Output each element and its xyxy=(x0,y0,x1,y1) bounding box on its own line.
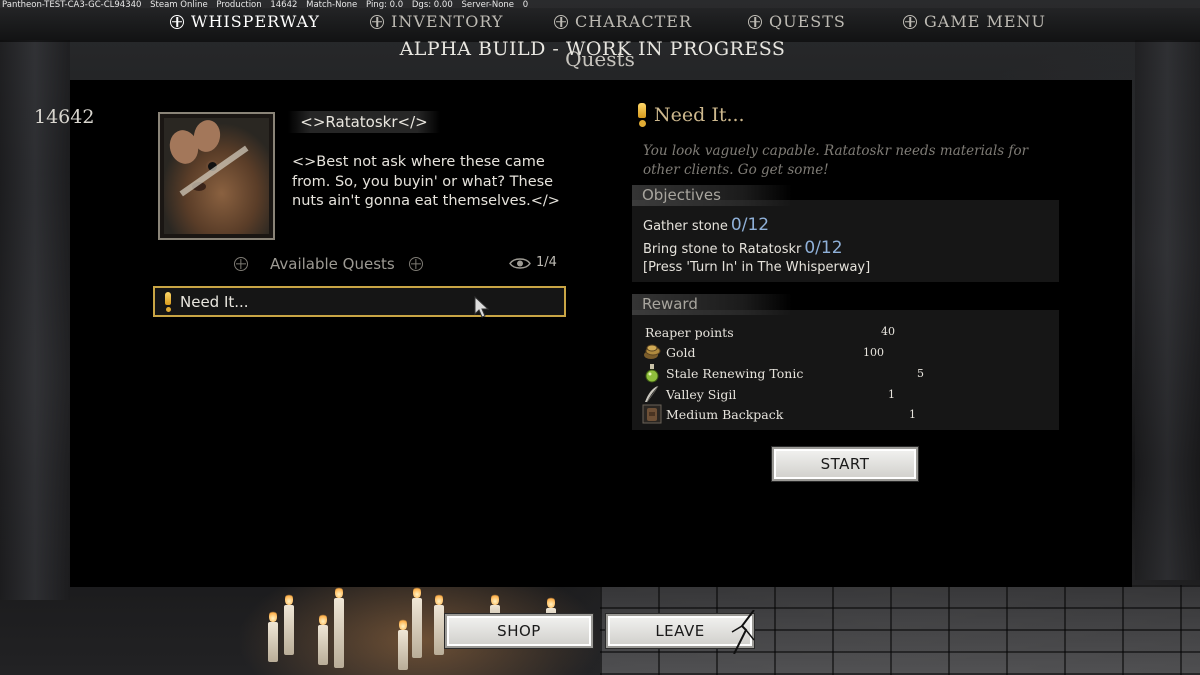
exclamation-icon xyxy=(162,291,174,313)
reward-qty: 40 xyxy=(881,325,895,338)
quest-description: You look vaguely capable. Ratatoskr need… xyxy=(643,143,1029,178)
reward-row[interactable]: Medium Backpack xyxy=(642,404,783,424)
objective-line: Bring stone to Ratatoskr 0/12 xyxy=(643,238,843,258)
crosshair-icon xyxy=(903,14,917,29)
top-navigation: WHISPERWAY INVENTORY CHARACTER QUESTS GA… xyxy=(0,8,1200,42)
quest-detail-title-text: Need It... xyxy=(654,104,745,126)
nav-character[interactable]: CHARACTER xyxy=(554,12,692,31)
reward-name: Valley Sigil xyxy=(666,386,737,402)
nav-label: GAME MENU xyxy=(924,12,1047,31)
feather-sigil-icon xyxy=(645,385,659,403)
reward-name: Stale Renewing Tonic xyxy=(666,365,804,381)
quest-detail-title: Need It... xyxy=(634,102,745,128)
reward-qty: 5 xyxy=(917,367,924,380)
available-quests-header: Available Quests 1/4 xyxy=(234,253,564,275)
reward-qty: 1 xyxy=(888,388,895,401)
objective-text: Bring stone to Ratatoskr xyxy=(643,242,802,257)
nav-label: INVENTORY xyxy=(391,12,504,31)
npc-dialogue: <>Best not ask where these came from. So… xyxy=(292,154,560,209)
crosshair-icon xyxy=(748,14,762,29)
nav-quests[interactable]: QUESTS xyxy=(748,12,846,31)
nav-game-menu[interactable]: GAME MENU xyxy=(903,12,1046,31)
reward-name: Gold xyxy=(666,344,696,360)
npc-name: <>Ratatoskr</> xyxy=(288,111,440,133)
npc-portrait xyxy=(158,112,275,240)
shop-button-label: SHOP xyxy=(497,622,541,640)
reward-row[interactable]: Valley Sigil xyxy=(642,384,736,404)
reward-qty: 1 xyxy=(909,408,916,421)
potion-icon xyxy=(645,364,659,383)
objectives-header: Objectives xyxy=(632,185,792,206)
crosshair-icon xyxy=(234,257,248,271)
crosshair-icon xyxy=(170,14,184,29)
start-quest-button[interactable]: START xyxy=(772,447,918,481)
eye-icon xyxy=(509,258,531,269)
reward-qty: 100 xyxy=(863,346,884,359)
reward-row[interactable]: Stale Renewing Tonic xyxy=(642,363,803,383)
alpha-banner: ALPHA BUILD - WORK IN PROGRESS xyxy=(399,38,786,60)
reward-name: Medium Backpack xyxy=(666,406,784,422)
reward-name: Reaper points xyxy=(645,324,734,340)
available-quests-label: Available Quests xyxy=(270,255,395,273)
leave-button[interactable]: LEAVE xyxy=(606,610,755,654)
nav-inventory[interactable]: INVENTORY xyxy=(370,12,503,31)
exclamation-icon xyxy=(634,102,650,128)
objective-progress: 0/12 xyxy=(804,238,843,258)
crosshair-icon xyxy=(370,14,384,29)
nav-label: QUESTS xyxy=(769,12,846,31)
mouse-cursor-icon xyxy=(474,296,490,318)
backpack-icon xyxy=(642,404,662,424)
nav-label: WHISPERWAY xyxy=(191,12,320,31)
quest-count: 1/4 xyxy=(536,255,557,270)
shop-button[interactable]: SHOP xyxy=(445,614,593,648)
leave-button-label: LEAVE xyxy=(655,622,705,640)
objective-line: Gather stone 0/12 xyxy=(643,215,769,235)
crosshair-icon xyxy=(554,14,568,29)
quest-list-item[interactable]: Need It... xyxy=(153,286,566,317)
nav-label: CHARACTER xyxy=(575,12,692,31)
reward-row: Reaper points xyxy=(645,322,734,342)
nav-whisperway[interactable]: WHISPERWAY xyxy=(170,12,320,31)
gold-coins-icon xyxy=(644,344,661,359)
crack-decoration-icon xyxy=(731,610,755,654)
reward-row[interactable]: Gold xyxy=(642,342,696,362)
objective-note: [Press 'Turn In' in The Whisperway] xyxy=(643,260,871,275)
crosshair-icon xyxy=(408,257,423,271)
currency-amount: 14642 xyxy=(34,106,95,128)
objective-text: Gather stone xyxy=(643,219,728,234)
objective-progress: 0/12 xyxy=(730,215,770,235)
reward-header: Reward xyxy=(632,294,792,315)
quest-list-item-label: Need It... xyxy=(180,292,249,311)
